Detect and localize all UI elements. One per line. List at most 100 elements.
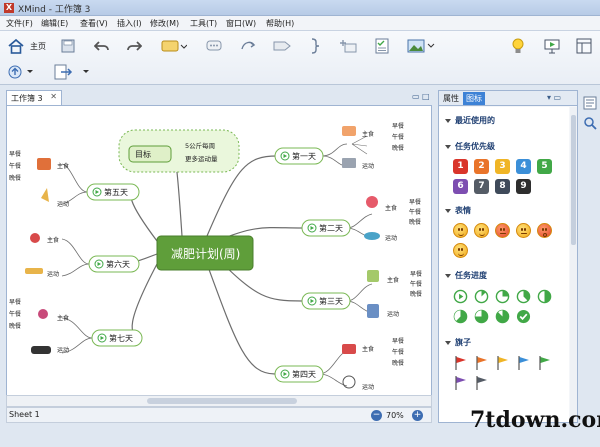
priority-7-icon[interactable]: 7 xyxy=(474,179,489,194)
menu-help[interactable]: 帮助(H) xyxy=(266,18,294,29)
menu-window[interactable]: 窗口(W) xyxy=(226,18,256,29)
tab-icons[interactable]: 图标 xyxy=(463,92,485,105)
section-progress[interactable]: 任务进度 xyxy=(445,270,487,281)
menu-modify[interactable]: 修改(M) xyxy=(150,18,179,29)
section-recent[interactable]: 最近使用的 xyxy=(445,115,495,126)
mindmap-svg: 目标 5公斤每周 更多运动量 减肥计划(周) 第一天 主食 早餐 午餐 晚餐 运… xyxy=(9,122,422,391)
flag-blue-icon[interactable] xyxy=(516,355,532,371)
cry-icon[interactable] xyxy=(453,243,468,258)
progress-start-icon[interactable] xyxy=(453,289,468,304)
section-emotion[interactable]: 表情 xyxy=(445,205,471,216)
overview-icon[interactable] xyxy=(583,116,597,130)
sheet-tab[interactable]: Sheet 1 xyxy=(9,410,40,419)
export-icon[interactable] xyxy=(52,63,92,81)
maximize-icon[interactable]: □ xyxy=(422,92,430,101)
icon-panel: 属性 图标 ▾ ▭ 最近使用的 任务优先级 1 2 3 4 5 6 7 8 9 … xyxy=(438,90,578,423)
sad-icon[interactable] xyxy=(516,223,531,238)
undo-icon[interactable] xyxy=(92,37,112,55)
title-bar: X XMind - 工作簿 3 xyxy=(0,0,600,16)
progress-done-icon[interactable] xyxy=(516,309,531,324)
progress-1-8-icon[interactable] xyxy=(474,289,489,304)
canvas-horizontal-scrollbar[interactable] xyxy=(6,395,432,407)
surprise-icon[interactable] xyxy=(537,223,552,238)
boundary-icon[interactable] xyxy=(272,37,292,55)
subtopic-icon[interactable] xyxy=(338,37,358,55)
tab-properties[interactable]: 属性 xyxy=(443,93,459,104)
priority-2-icon[interactable]: 2 xyxy=(474,159,489,174)
day5-sport: 运动 xyxy=(57,200,69,208)
home-label[interactable]: 主页 xyxy=(30,41,46,52)
callout-icon[interactable] xyxy=(204,37,224,55)
section-flags[interactable]: 旗子 xyxy=(445,337,471,348)
layout-icon[interactable] xyxy=(574,37,594,55)
priority-1-icon[interactable]: 1 xyxy=(453,159,468,174)
relationship-icon[interactable] xyxy=(238,37,258,55)
task-icon[interactable] xyxy=(372,37,392,55)
minimize-icon[interactable]: ▭ xyxy=(412,92,420,101)
present-icon[interactable] xyxy=(542,37,562,55)
day1-time-2: 午餐 xyxy=(392,133,404,141)
motorbike-icon xyxy=(31,346,51,354)
progress-3-8-icon[interactable] xyxy=(516,289,531,304)
menu-file[interactable]: 文件(F) xyxy=(6,18,33,29)
panel-menu-icon[interactable]: ▾ ▭ xyxy=(547,93,561,102)
panel-vertical-scrollbar[interactable] xyxy=(570,107,577,422)
status-bar: Sheet 1 − 70% + xyxy=(6,407,432,423)
document-tab-label: 工作簿 3 xyxy=(11,94,43,103)
progress-3-4-icon[interactable] xyxy=(474,309,489,324)
flag-green-icon[interactable] xyxy=(537,355,553,371)
flag-orange-icon[interactable] xyxy=(474,355,490,371)
flag-yellow-icon[interactable] xyxy=(495,355,511,371)
day6-meal: 主食 xyxy=(47,236,59,244)
idea-icon[interactable] xyxy=(508,37,528,55)
angry-icon[interactable] xyxy=(495,223,510,238)
progress-half-icon[interactable] xyxy=(537,289,552,304)
document-tab[interactable]: 工作簿 3 ✕ xyxy=(6,90,62,105)
priority-4-icon[interactable]: 4 xyxy=(516,159,531,174)
zoom-level[interactable]: 70% xyxy=(386,411,404,420)
branch-day3-label: 第三天 xyxy=(319,296,343,306)
summary-icon[interactable] xyxy=(306,37,326,55)
day5-time-2: 午餐 xyxy=(9,162,21,170)
menu-edit[interactable]: 编辑(E) xyxy=(41,18,68,29)
priority-8-icon[interactable]: 8 xyxy=(495,179,510,194)
menu-tools[interactable]: 工具(T) xyxy=(190,18,217,29)
laugh-icon[interactable] xyxy=(474,223,489,238)
priority-3-icon[interactable]: 3 xyxy=(495,159,510,174)
priority-6-icon[interactable]: 6 xyxy=(453,179,468,194)
share-icon[interactable] xyxy=(6,63,36,81)
central-topic-label: 减肥计划(周) xyxy=(171,247,240,261)
zoom-out-button[interactable]: − xyxy=(371,410,382,421)
image-icon[interactable] xyxy=(406,37,436,55)
xmind-logo-icon: X xyxy=(4,3,14,13)
flag-purple-icon[interactable] xyxy=(453,375,469,391)
panel-tabs: 属性 图标 ▾ ▭ xyxy=(439,91,577,106)
flag-gray-icon[interactable] xyxy=(474,375,490,391)
progress-1-4-icon[interactable] xyxy=(495,289,510,304)
smile-icon[interactable] xyxy=(453,223,468,238)
icon-panel-body: 最近使用的 任务优先级 1 2 3 4 5 6 7 8 9 表情 任务进度 旗子 xyxy=(439,107,569,422)
panel-scrollbar-thumb[interactable] xyxy=(571,115,576,245)
menu-insert[interactable]: 插入(I) xyxy=(117,18,142,29)
day3-time-1: 早餐 xyxy=(410,270,422,278)
save-icon[interactable] xyxy=(58,37,78,55)
scrollbar-thumb[interactable] xyxy=(147,398,297,404)
outline-icon[interactable] xyxy=(583,96,597,110)
day5-meal: 主食 xyxy=(57,162,69,170)
mindmap-canvas[interactable]: 目标 5公斤每周 更多运动量 减肥计划(周) 第一天 主食 早餐 午餐 晚餐 运… xyxy=(6,105,432,407)
burger-icon xyxy=(342,344,356,354)
flag-red-icon[interactable] xyxy=(453,355,469,371)
zoom-in-button[interactable]: + xyxy=(412,410,423,421)
redo-icon[interactable] xyxy=(124,37,144,55)
section-priority[interactable]: 任务优先级 xyxy=(445,141,495,152)
topic-icon[interactable] xyxy=(160,37,188,55)
progress-7-8-icon[interactable] xyxy=(495,309,510,324)
home-icon[interactable] xyxy=(6,37,26,55)
priority-5-icon[interactable]: 5 xyxy=(537,159,552,174)
menu-view[interactable]: 查看(V) xyxy=(80,18,108,29)
branch-day6-label: 第六天 xyxy=(106,259,130,269)
progress-5-8-icon[interactable] xyxy=(453,309,468,324)
priority-9-icon[interactable]: 9 xyxy=(516,179,531,194)
close-tab-icon[interactable]: ✕ xyxy=(50,92,57,101)
day4-time-2: 午餐 xyxy=(392,348,404,356)
